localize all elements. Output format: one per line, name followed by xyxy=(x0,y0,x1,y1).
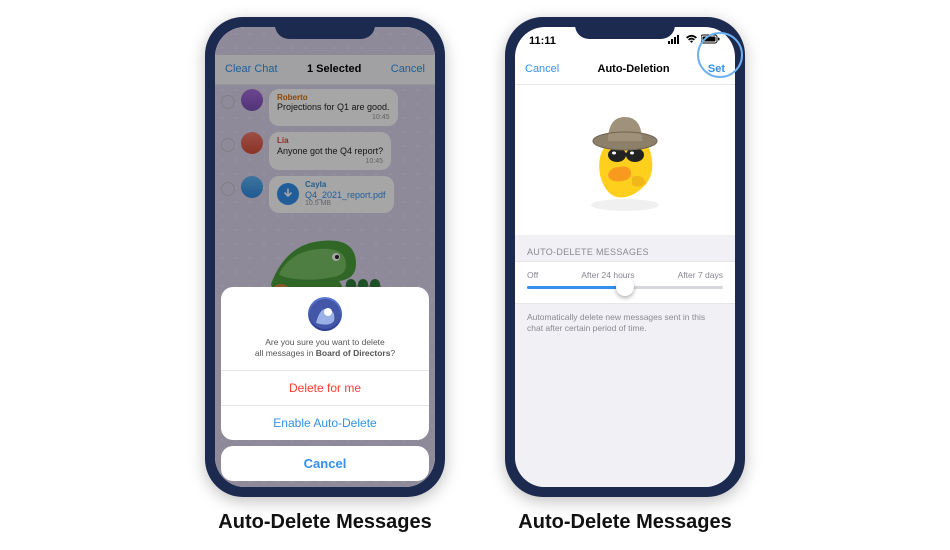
screen-right: 11:11 Cancel Aut xyxy=(515,27,735,487)
footer-description: Automatically delete new messages sent i… xyxy=(515,304,735,342)
phone-right: 11:11 Cancel Aut xyxy=(505,17,745,497)
battery-icon xyxy=(701,34,721,47)
set-button[interactable]: Set xyxy=(708,63,725,75)
section-header: AUTO-DELETE MESSAGES xyxy=(515,235,735,261)
status-icons xyxy=(668,34,721,47)
action-sheet: Are you sure you want to delete all mess… xyxy=(221,287,429,480)
slider-thumb[interactable] xyxy=(616,278,634,296)
action-sheet-prompt: Are you sure you want to delete all mess… xyxy=(221,287,429,369)
duck-sticker-area xyxy=(515,85,735,235)
delete-for-me-button[interactable]: Delete for me xyxy=(221,370,429,405)
notch xyxy=(575,17,675,39)
action-sheet-main: Are you sure you want to delete all mess… xyxy=(221,287,429,439)
auto-delete-slider-row: Off After 24 hours After 7 days xyxy=(515,261,735,304)
signal-icon xyxy=(668,34,682,47)
right-body: AUTO-DELETE MESSAGES Off After 24 hours … xyxy=(515,85,735,487)
nav-title: Auto-Deletion xyxy=(598,63,670,75)
phone-left: 11:11 Clear Chat xyxy=(205,17,445,497)
enable-auto-delete-button[interactable]: Enable Auto-Delete xyxy=(221,405,429,440)
duck-spy-icon xyxy=(570,105,680,215)
group-avatar xyxy=(308,297,342,331)
wifi-icon xyxy=(685,34,698,47)
status-time: 11:11 xyxy=(529,35,556,47)
slider-fill xyxy=(527,286,625,289)
prompt-line2: all messages in Board of Directors? xyxy=(229,348,421,359)
notch xyxy=(275,17,375,39)
prompt-line1: Are you sure you want to delete xyxy=(229,337,421,348)
slider-track[interactable] xyxy=(527,286,723,289)
slider-label-7d: After 7 days xyxy=(678,270,723,280)
caption-right: Auto-Delete Messages xyxy=(518,511,731,534)
caption-left: Auto-Delete Messages xyxy=(218,511,431,534)
sheet-cancel-button[interactable]: Cancel xyxy=(221,446,429,481)
slider-label-off: Off xyxy=(527,270,538,280)
screen-left: 11:11 Clear Chat xyxy=(215,27,435,487)
cancel-button[interactable]: Cancel xyxy=(525,63,559,75)
nav-bar-right: Cancel Auto-Deletion Set xyxy=(515,55,735,85)
